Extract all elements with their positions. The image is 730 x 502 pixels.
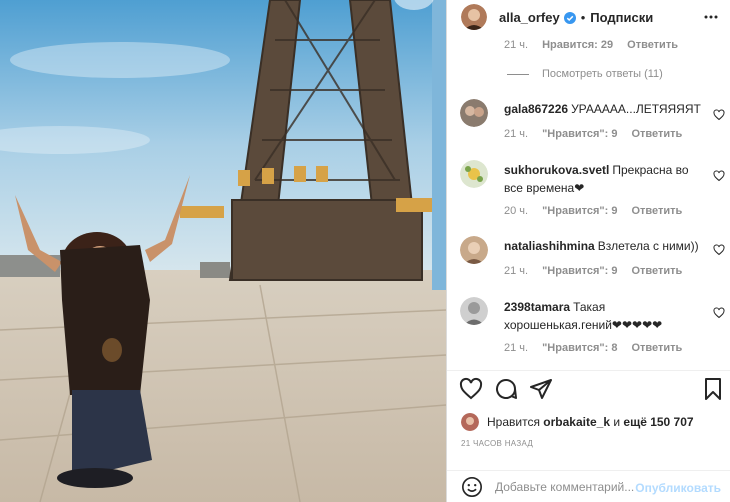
like-heart-icon[interactable]	[459, 377, 483, 401]
comments-list[interactable]: 21 ч. Нравится: 29 Ответить Посмотреть о…	[447, 34, 730, 370]
commenter-username[interactable]: sukhorukova.svetl	[504, 163, 609, 177]
comment-time[interactable]: 21 ч.	[504, 265, 528, 277]
save-bookmark-icon[interactable]	[701, 377, 725, 401]
comment-time[interactable]: 20 ч.	[504, 205, 528, 217]
commenter-username[interactable]: gala867226	[504, 102, 568, 116]
liker-username[interactable]: orbakaite_k	[543, 415, 610, 429]
author-username[interactable]: alla_orfey	[499, 10, 560, 25]
comment-time[interactable]: 21 ч.	[504, 342, 528, 354]
comment-body: Взлетела с ними))	[597, 239, 699, 253]
reply-button[interactable]: Ответить	[631, 265, 682, 277]
commenter-avatar[interactable]	[460, 160, 488, 188]
comment-meta: 20 ч. "Нравится": 9 Ответить	[504, 205, 682, 217]
comment-input[interactable]	[495, 479, 645, 494]
more-options-icon[interactable]	[703, 9, 719, 25]
commenter-username[interactable]: nataliashihmina	[504, 239, 595, 253]
comment-text: gala867226 УРААААА...ЛЕТЯЯЯЯТ	[504, 100, 704, 118]
comment-body: УРААААА...ЛЕТЯЯЯЯТ	[571, 102, 701, 116]
commenter-avatar[interactable]	[460, 99, 488, 127]
replies-line	[507, 73, 529, 75]
post-photo[interactable]	[0, 0, 446, 502]
post-actions-bar	[447, 371, 730, 407]
reply-button[interactable]: Ответить	[631, 342, 682, 354]
likes-summary: Нравится orbakaite_k и ещё 150 707	[461, 413, 694, 431]
share-paper-plane-icon[interactable]	[529, 377, 553, 401]
comment-meta: 21 ч. "Нравится": 9 Ответить	[504, 128, 682, 140]
likes-prefix: Нравится	[487, 415, 540, 429]
likes-count[interactable]: ещё 150 707	[623, 415, 693, 429]
comment-meta: 21 ч. "Нравится": 8 Ответить	[504, 342, 682, 354]
publish-button[interactable]: Опубликовать	[635, 481, 721, 495]
post-header: alla_orfey • Подписки	[447, 0, 730, 34]
comment-meta: 21 ч. "Нравится": 9 Ответить	[504, 265, 682, 277]
commenter-avatar[interactable]	[460, 297, 488, 325]
comment-likes[interactable]: Нравится: 29	[542, 39, 613, 51]
commenter-username[interactable]: 2398tamara	[504, 300, 570, 314]
comment-likes[interactable]: "Нравится": 9	[542, 205, 617, 217]
header-dot: •	[580, 9, 586, 25]
following-button[interactable]: Подписки	[590, 10, 653, 25]
reply-button[interactable]: Ответить	[627, 39, 678, 51]
comment-time[interactable]: 21 ч.	[504, 128, 528, 140]
rocket-launch-photo	[0, 0, 446, 502]
post-timestamp[interactable]: 21 ЧАСОВ НАЗАД	[461, 439, 533, 448]
like-comment-heart-icon[interactable]	[713, 243, 725, 256]
emoji-smiley-icon[interactable]	[461, 476, 483, 498]
reply-button[interactable]: Ответить	[631, 205, 682, 217]
like-comment-heart-icon[interactable]	[713, 108, 725, 121]
comment-time[interactable]: 21 ч.	[504, 39, 528, 51]
comment-likes[interactable]: "Нравится": 9	[542, 265, 617, 277]
comment-text: 2398tamara Такая хорошенькая.гений❤❤❤❤❤	[504, 298, 704, 334]
comment-text: nataliashihmina Взлетела с ними))	[504, 237, 704, 255]
likes-middle: и	[613, 415, 621, 429]
add-comment-bar: Опубликовать	[447, 470, 730, 502]
post-side-panel: alla_orfey • Подписки 21 ч. Нравится: 29…	[446, 0, 730, 502]
like-comment-heart-icon[interactable]	[713, 169, 725, 182]
author-avatar[interactable]	[461, 4, 487, 30]
commenter-avatar[interactable]	[460, 236, 488, 264]
like-comment-heart-icon[interactable]	[713, 306, 725, 319]
comment-likes[interactable]: "Нравится": 8	[542, 342, 617, 354]
liker-avatar[interactable]	[461, 413, 479, 431]
comment-likes[interactable]: "Нравится": 9	[542, 128, 617, 140]
comment-text: sukhorukova.svetl Прекрасна во все времен…	[504, 161, 704, 197]
comment-bubble-icon[interactable]	[494, 377, 518, 401]
reply-button[interactable]: Ответить	[631, 128, 682, 140]
view-replies-button[interactable]: Посмотреть ответы (11)	[507, 68, 663, 80]
comment-meta: 21 ч. Нравится: 29 Ответить	[504, 39, 678, 51]
view-replies-label: Посмотреть ответы (11)	[542, 68, 663, 80]
verified-badge-icon	[563, 11, 576, 24]
